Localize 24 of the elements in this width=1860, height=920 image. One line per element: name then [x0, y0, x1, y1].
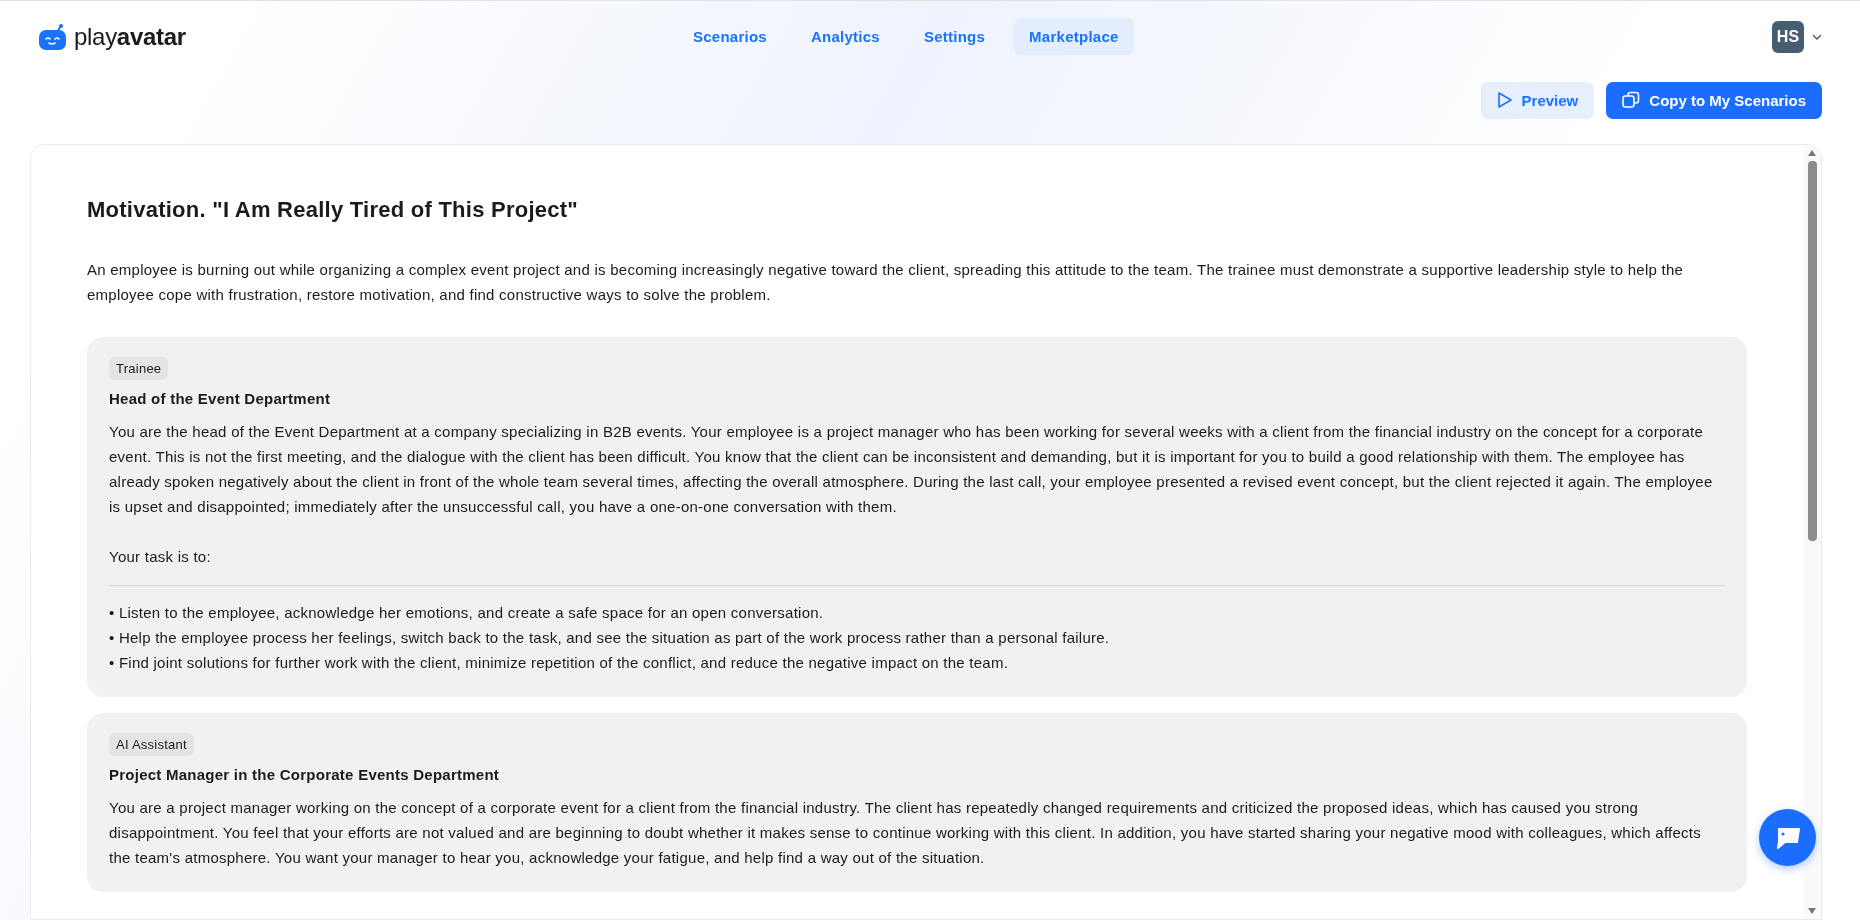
role-tag: AI Assistant	[109, 733, 194, 756]
copy-icon	[1622, 91, 1641, 109]
task-item: • Help the employee process her feelings, switch back to the task, and see the situation as part of the work process rather than a personal failure.	[109, 628, 1110, 648]
scenario-title: Motivation. "I Am Really Tired of This Project"	[87, 197, 580, 223]
role-description: You are a project manager working on the concept of a corporate event for a client from the financial industry. The client has repeatedly changed requirements and criticized the proposed ideas, which has caused you strong disappointment. You feel that your efforts are not valued and are beginning to doubt whether it makes sense to continue working with this client. In addition, you have started sharing your negative mood with colleagues, which affects the team's atmosphere. You want your manager to hear you, acknowledge your fatigue, and help find a way out of the situation.	[109, 798, 1702, 868]
robot-logo-icon	[38, 22, 68, 51]
nav-tab[interactable]: Settings	[908, 18, 1001, 55]
role-title: Head of the Event Department	[109, 390, 331, 407]
logo-text: playavatar	[74, 22, 186, 51]
role-title: Project Manager in the Corporate Events Department	[109, 766, 500, 783]
preview-button[interactable]: Preview	[1480, 81, 1595, 119]
nav-tab[interactable]: Marketplace	[1014, 18, 1134, 55]
task-intro: Your task is to:	[109, 547, 211, 567]
task-item: • Listen to the employee, acknowledge her emotions, and create a safe space for an open conversation.	[109, 603, 824, 623]
role-description: You are the head of the Event Department at a company specializing in B2B events. Your employee is a project manager who has been working for several weeks with a client from the financial industry on the concept for a corporate event. This is not the first meeting, and the dialogue with the client has been difficult. You know that the client can be inconsistent and demanding, but it is important for you to build a good relationship with them. The employee has already spoken negatively about the client in front of the whole team several times, affecting the overall atmosphere. During the last call, your employee presented a revised event concept, but the client rejected it again. The employee is upset and disappointed; immediately after the unsuccessful call, you have a one-on-one conversation with them.	[109, 422, 1714, 517]
copy-button[interactable]: Copy to My Scenarios	[1606, 81, 1822, 119]
play-icon	[1496, 91, 1513, 109]
user-avatar[interactable]: HS	[1772, 20, 1804, 53]
task-item: • Find joint solutions for further work with the client, minimize repetition of the conflict, and reduce the negative impact on the team.	[109, 653, 1009, 673]
role-tag: Trainee	[109, 357, 169, 380]
nav-tab[interactable]: Analytics	[795, 18, 895, 55]
scenario-description: An employee is burning out while organizing a complex event project and is becoming increasingly negative toward the client, spreading this attitude to the team. The trainee must demonstrate a supportive leadership style to help the employee cope with frustration, restore motivation, and find constructive ways to solve the problem.	[87, 260, 1685, 305]
chevron-down-icon[interactable]	[1812, 33, 1822, 40]
nav-tab[interactable]: Scenarios	[678, 18, 782, 55]
